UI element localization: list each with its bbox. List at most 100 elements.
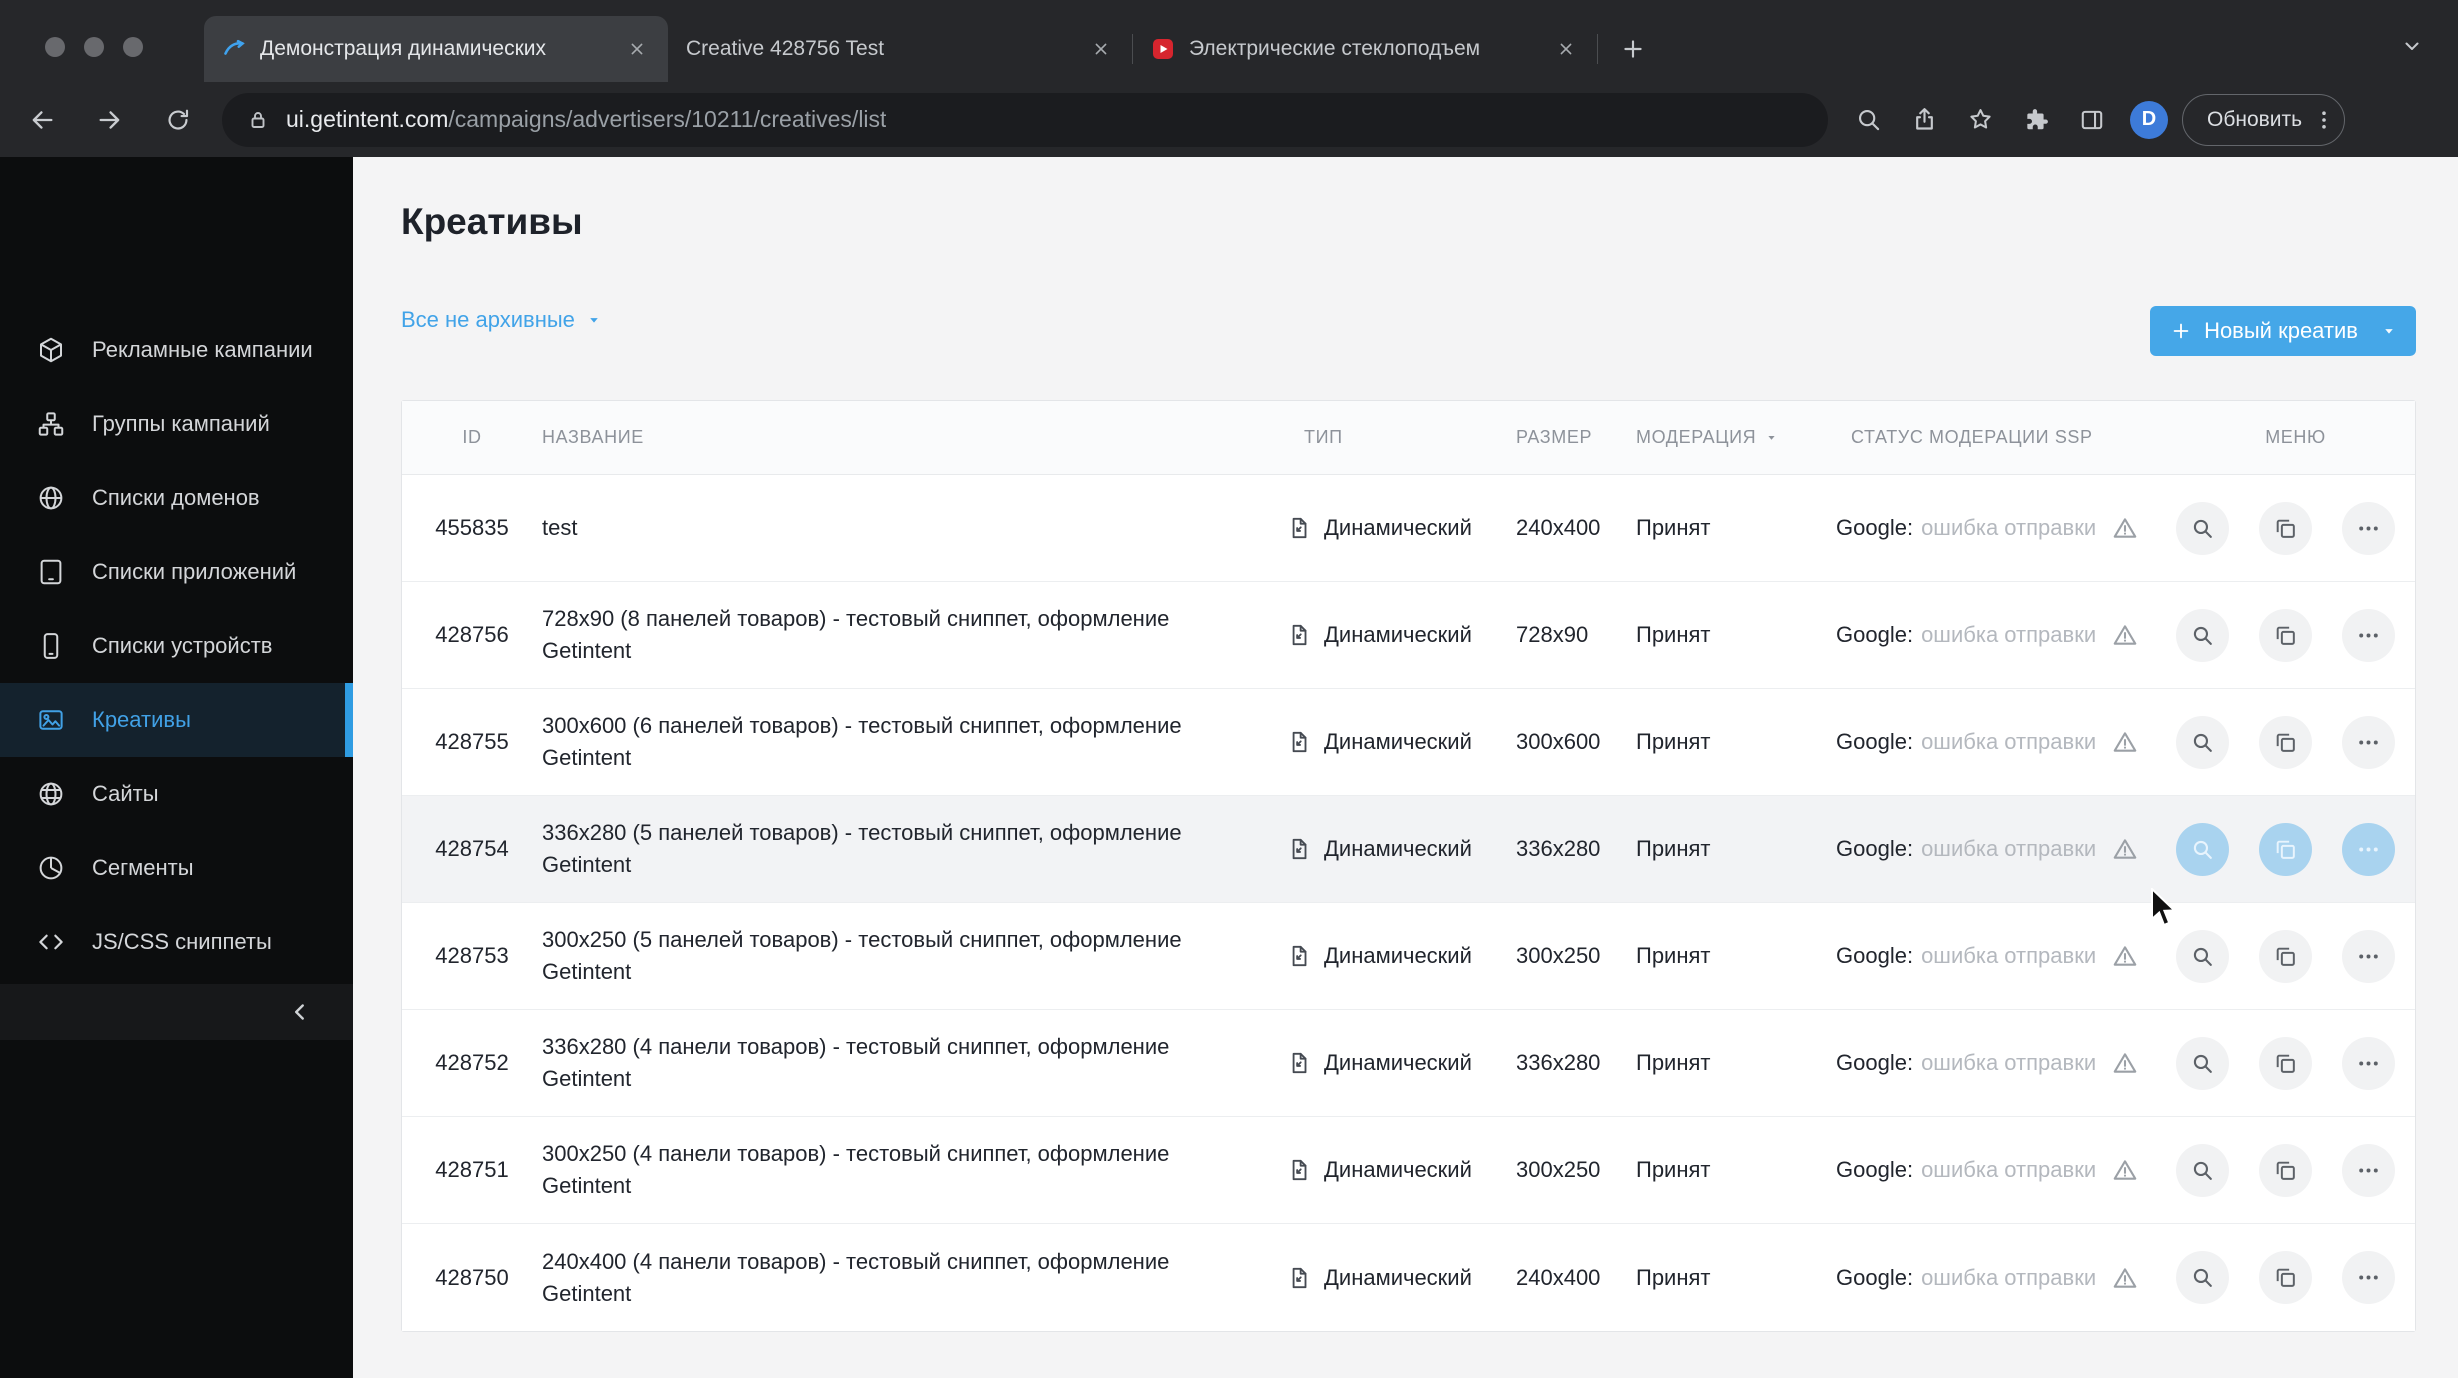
preview-button[interactable] [2176,608,2229,662]
creative-size: 300x250 [1516,1157,1601,1182]
plus-icon [2170,320,2192,342]
window-minimize-button[interactable] [84,37,104,57]
table-row-hovered[interactable]: 428754 336x280 (5 панелей товаров) - тес… [402,796,2415,903]
column-header-menu: МЕНЮ [2265,427,2326,447]
window-zoom-button[interactable] [123,37,143,57]
tab-demonstraciya[interactable]: Демонстрация динамических [204,16,668,82]
share-icon [1911,106,1938,133]
warning-icon [2112,1265,2138,1291]
new-tab-button[interactable] [1612,28,1654,70]
extensions-button[interactable] [2012,96,2060,144]
more-actions-button[interactable] [2342,822,2395,876]
more-actions-button[interactable] [2342,608,2395,662]
table-row[interactable]: 428755 300x600 (6 панелей товаров) - тес… [402,689,2415,796]
ellipsis-icon [2356,623,2381,648]
more-actions-button[interactable] [2342,1251,2395,1304]
sidebar-item-label: Рекламные кампании [92,337,313,362]
warning-icon [2112,515,2138,541]
plus-icon [1620,36,1646,62]
column-header-moderation[interactable]: МОДЕРАЦИЯ [1616,427,1836,448]
copy-button[interactable] [2259,1036,2312,1090]
table-row[interactable]: 428751 300x250 (4 панели товаров) - тест… [402,1117,2415,1224]
table-row[interactable]: 428750 240x400 (4 панели товаров) - тест… [402,1224,2415,1331]
archive-filter-dropdown[interactable]: Все не архивные [401,307,603,333]
preview-button[interactable] [2176,501,2229,555]
tab-creative-test[interactable]: Creative 428756 Test [668,16,1132,82]
tablet-icon [36,557,66,587]
bookmark-button[interactable] [1956,96,2004,144]
dynamic-creative-icon [1286,1157,1312,1183]
magnifier-icon [2190,1051,2215,1076]
creative-id: 428752 [435,1050,509,1075]
search-button[interactable] [1844,96,1892,144]
window-close-button[interactable] [45,37,65,57]
tab-search-button[interactable] [2392,26,2432,66]
table-row[interactable]: 428753 300x250 (5 панелей товаров) - тес… [402,903,2415,1010]
copy-button[interactable] [2259,822,2312,876]
url-domain: ui.getintent.com [286,106,449,132]
sidebar-item-campaigns[interactable]: Рекламные кампании [0,313,353,387]
sidebar-collapse-button[interactable] [0,984,353,1040]
browser-update-button[interactable]: Обновить [2182,93,2346,146]
sidebar-item-snippets[interactable]: JS/CSS сниппеты [0,905,353,979]
phone-icon [36,631,66,661]
column-header-moderation-label: МОДЕРАЦИЯ [1636,427,1757,447]
copy-button[interactable] [2259,715,2312,769]
creative-name: 300x250 (4 панели товаров) - тестовый сн… [542,1141,1170,1198]
tab-divider [1597,34,1598,64]
profile-avatar[interactable]: D [2130,100,2168,139]
reload-icon [165,107,191,133]
browser-menu-icon[interactable] [2312,108,2336,132]
sidebar-item-app-lists[interactable]: Списки приложений [0,535,353,609]
ellipsis-icon [2356,944,2381,969]
copy-button[interactable] [2259,608,2312,662]
tab-close-icon[interactable] [1549,32,1583,66]
moderation-status: Принят [1636,1264,1711,1290]
preview-button[interactable] [2176,1036,2229,1090]
forward-button[interactable] [86,96,134,144]
caret-down-icon [2380,322,2398,340]
copy-button[interactable] [2259,929,2312,983]
tab-close-icon[interactable] [1084,32,1118,66]
copy-icon [2273,516,2298,541]
copy-button[interactable] [2259,1251,2312,1304]
creative-size: 728x90 [1516,622,1589,647]
sidebar-item-segments[interactable]: Сегменты [0,831,353,905]
side-panel-button[interactable] [2068,96,2116,144]
new-creative-dropdown[interactable] [2380,322,2398,340]
ssp-status: ошибка отправки [1921,1264,2097,1290]
preview-button[interactable] [2176,1143,2229,1197]
preview-button[interactable] [2176,715,2229,769]
sidebar-item-device-lists[interactable]: Списки устройств [0,609,353,683]
new-creative-button[interactable]: Новый креатив [2150,306,2416,356]
creative-type: Динамический [1324,1264,1472,1290]
more-actions-button[interactable] [2342,715,2395,769]
back-button[interactable] [18,96,66,144]
sidebar-item-creatives[interactable]: Креативы [0,683,353,757]
magnifier-icon [2190,837,2215,862]
more-actions-button[interactable] [2342,501,2395,555]
table-row[interactable]: 455835 test Динамический 240x400 Принят … [402,475,2415,582]
address-bar[interactable]: ui.getintent.com/campaigns/advertisers/1… [222,92,1828,147]
reload-button[interactable] [154,96,202,144]
app-sidebar: Рекламные кампании Группы кампаний Списк… [0,157,353,1378]
copy-button[interactable] [2259,501,2312,555]
preview-button[interactable] [2176,1251,2229,1304]
moderation-status: Принят [1636,1050,1711,1075]
creative-size: 336x280 [1516,836,1601,861]
sidebar-item-campaign-groups[interactable]: Группы кампаний [0,387,353,461]
table-row[interactable]: 428756 728x90 (8 панелей товаров) - тест… [402,582,2415,689]
preview-button[interactable] [2176,822,2229,876]
tab-steklopodemniki[interactable]: Электрические стеклоподъем [1133,16,1597,82]
sidebar-item-sites[interactable]: Сайты [0,757,353,831]
search-icon [1855,106,1882,133]
more-actions-button[interactable] [2342,1143,2395,1197]
share-button[interactable] [1900,96,1948,144]
more-actions-button[interactable] [2342,1036,2395,1090]
preview-button[interactable] [2176,929,2229,983]
table-row[interactable]: 428752 336x280 (4 панели товаров) - тест… [402,1010,2415,1117]
copy-button[interactable] [2259,1143,2312,1197]
more-actions-button[interactable] [2342,929,2395,983]
tab-close-icon[interactable] [620,32,654,66]
sidebar-item-domain-lists[interactable]: Списки доменов [0,461,353,535]
